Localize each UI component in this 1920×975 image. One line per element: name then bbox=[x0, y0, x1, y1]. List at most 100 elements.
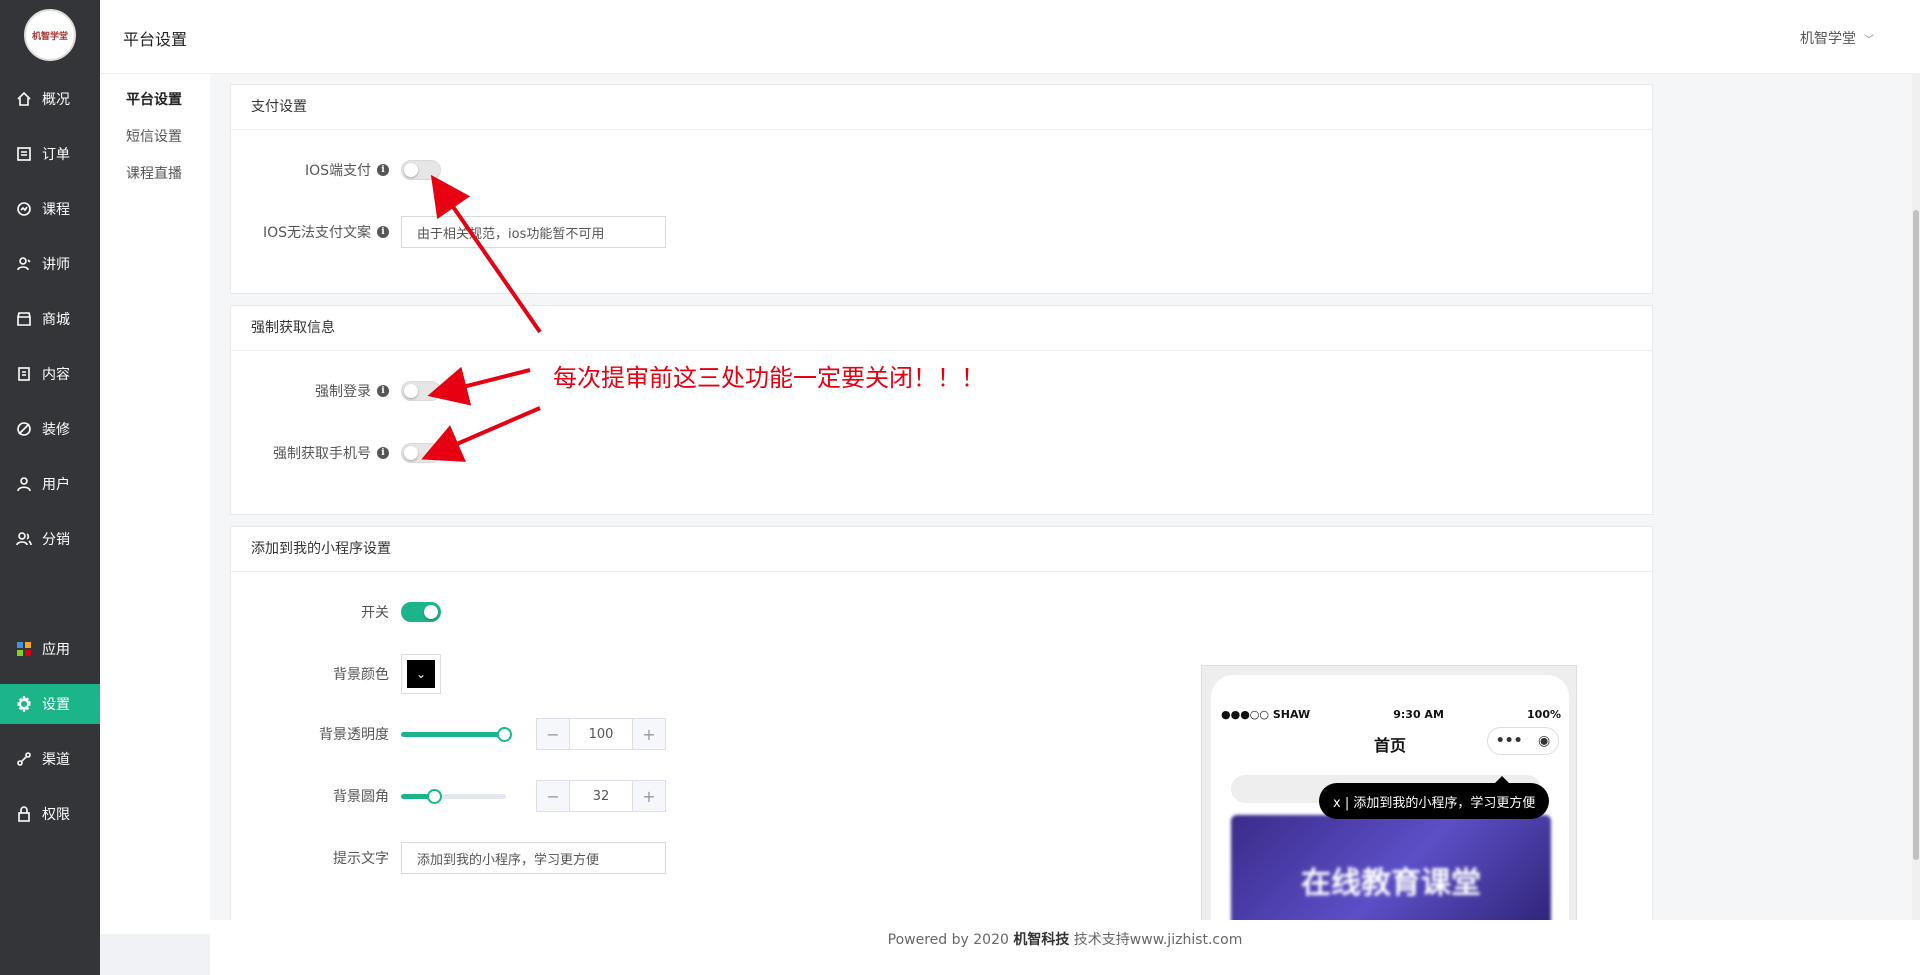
bg-color-label: 背景颜色 bbox=[333, 667, 389, 683]
sidebar-item-label: 权限 bbox=[42, 807, 70, 823]
payment-settings-card: 支付设置 IOS端支付 i IOS无法支付文案 i bbox=[230, 84, 1653, 294]
decrement-button[interactable]: − bbox=[537, 719, 569, 749]
force-phone-label: 强制获取手机号 bbox=[273, 446, 371, 462]
sidebar-item-settings[interactable]: 设置 bbox=[0, 684, 100, 724]
decorate-icon bbox=[17, 422, 31, 436]
opacity-stepper: − 100 + bbox=[536, 718, 666, 750]
scrollbar-thumb[interactable] bbox=[1913, 210, 1919, 860]
radius-slider[interactable] bbox=[401, 786, 506, 806]
sidebar-item-label: 课程 bbox=[42, 202, 70, 218]
annotation-text: 每次提审前这三处功能一定要关闭！！！ bbox=[553, 364, 985, 392]
subnav-item-sms[interactable]: 短信设置 bbox=[100, 119, 210, 156]
opacity-label: 背景透明度 bbox=[319, 727, 389, 743]
info-icon: i bbox=[377, 447, 389, 459]
chevron-down-icon: ⌄ bbox=[415, 667, 427, 681]
sidebar-item-store[interactable]: 商城 bbox=[0, 299, 100, 339]
sidebar-item-content[interactable]: 内容 bbox=[0, 354, 100, 394]
force-info-card: 强制获取信息 强制登录 i 强制获取手机号 i bbox=[230, 305, 1653, 515]
sidebar-item-label: 渠道 bbox=[42, 752, 70, 768]
tip-text-label: 提示文字 bbox=[333, 851, 389, 867]
ios-text-input[interactable] bbox=[401, 216, 666, 248]
home-icon bbox=[17, 91, 31, 106]
gear-icon bbox=[17, 696, 31, 712]
user-menu[interactable]: 机智学堂 ﹀ bbox=[1800, 28, 1874, 48]
opacity-row: 背景透明度 − 100 + bbox=[231, 718, 666, 750]
phone-banner: 在线教育课堂 bbox=[1231, 815, 1551, 926]
sidebar-item-permissions[interactable]: 权限 bbox=[0, 794, 100, 834]
slider-handle[interactable] bbox=[427, 789, 442, 804]
radius-label: 背景圆角 bbox=[333, 789, 389, 805]
force-login-row: 强制登录 i bbox=[231, 381, 441, 401]
miniapp-capsule: ••• ◉ bbox=[1487, 727, 1559, 755]
sidebar-item-label: 商城 bbox=[42, 312, 70, 328]
sidebar-item-label: 装修 bbox=[42, 422, 70, 438]
logo-text: 机智学堂 bbox=[31, 31, 68, 42]
ios-pay-row: IOS端支付 i bbox=[231, 160, 441, 180]
card-title: 添加到我的小程序设置 bbox=[231, 527, 1652, 572]
sidebar-item-label: 概况 bbox=[42, 92, 70, 108]
sidebar-item-orders[interactable]: 订单 bbox=[0, 134, 100, 174]
ios-text-row: IOS无法支付文案 i bbox=[231, 216, 666, 248]
sidebar-item-label: 用户 bbox=[42, 477, 70, 493]
tip-text-input[interactable] bbox=[401, 842, 666, 874]
sidebar-item-label: 订单 bbox=[42, 147, 70, 163]
more-icon: ••• bbox=[1495, 733, 1523, 749]
sidebar-item-label: 应用 bbox=[42, 642, 70, 658]
logo: 机智学堂 bbox=[24, 9, 76, 61]
decrement-button[interactable]: − bbox=[537, 781, 569, 811]
radius-value[interactable]: 32 bbox=[569, 781, 633, 811]
force-login-switch[interactable] bbox=[401, 381, 441, 401]
lock-icon bbox=[18, 806, 30, 822]
user-name: 机智学堂 bbox=[1800, 31, 1856, 47]
subnav-item-live[interactable]: 课程直播 bbox=[100, 156, 210, 193]
info-icon: i bbox=[377, 226, 389, 238]
store-icon bbox=[17, 312, 31, 326]
battery-text: 100% bbox=[1527, 708, 1561, 721]
bg-color-picker[interactable]: ⌄ bbox=[401, 654, 441, 694]
order-icon bbox=[17, 147, 31, 161]
top-header: 平台设置 机智学堂 ﹀ bbox=[100, 0, 1920, 74]
main-scrollbar[interactable] bbox=[1912, 74, 1920, 920]
sidebar-item-label: 讲师 bbox=[42, 257, 70, 273]
opacity-value[interactable]: 100 bbox=[569, 719, 633, 749]
sidebar-item-courses[interactable]: 课程 bbox=[0, 189, 100, 229]
footer-powered: Powered by 2020 bbox=[887, 932, 1009, 948]
sidebar-item-label: 设置 bbox=[42, 697, 70, 713]
page-footer: Powered by 2020 机智科技 技术支持www.jizhist.com bbox=[210, 920, 1920, 975]
sidebar-item-apps[interactable]: 应用 bbox=[0, 629, 100, 669]
ios-pay-label: IOS端支付 bbox=[304, 163, 371, 179]
radius-stepper: − 32 + bbox=[536, 780, 666, 812]
sidebar-item-users[interactable]: 用户 bbox=[0, 464, 100, 504]
miniapp-switch[interactable] bbox=[401, 602, 441, 622]
force-phone-row: 强制获取手机号 i bbox=[231, 443, 441, 463]
card-title: 强制获取信息 bbox=[231, 306, 1652, 351]
ios-text-label: IOS无法支付文案 bbox=[262, 225, 371, 241]
miniapp-switch-row: 开关 bbox=[231, 602, 441, 622]
user-icon bbox=[17, 477, 31, 492]
target-icon: ◉ bbox=[1538, 733, 1551, 749]
phone-time: 9:30 AM bbox=[1393, 708, 1444, 721]
force-phone-switch[interactable] bbox=[401, 443, 441, 463]
card-title: 支付设置 bbox=[231, 85, 1652, 130]
slider-handle[interactable] bbox=[497, 727, 512, 742]
increment-button[interactable]: + bbox=[633, 719, 665, 749]
channel-icon bbox=[17, 752, 31, 766]
chevron-down-icon: ﹀ bbox=[1864, 34, 1874, 46]
sidebar-item-overview[interactable]: 概况 bbox=[0, 79, 100, 119]
subnav-item-platform[interactable]: 平台设置 bbox=[100, 82, 210, 119]
sidebar-item-decorate[interactable]: 装修 bbox=[0, 409, 100, 449]
main-sidebar: 机智学堂 概况 订单 课程 讲师 商城 内容 装修 用户 分销 应用 设置 渠道… bbox=[0, 0, 100, 975]
ios-pay-switch[interactable] bbox=[401, 160, 441, 180]
phone-preview: ●●●○○ SHAW 9:30 AM 100% 首页 ••• ◉ 在线教育课堂 x… bbox=[1201, 665, 1577, 927]
sidebar-item-teachers[interactable]: 讲师 bbox=[0, 244, 100, 284]
sidebar-item-label: 内容 bbox=[42, 367, 70, 383]
increment-button[interactable]: + bbox=[633, 781, 665, 811]
page-title: 平台设置 bbox=[123, 30, 188, 49]
sidebar-item-channels[interactable]: 渠道 bbox=[0, 739, 100, 779]
add-miniapp-tip: x | 添加到我的小程序，学习更方便 bbox=[1319, 776, 1550, 819]
opacity-slider[interactable] bbox=[401, 724, 512, 744]
radius-row: 背景圆角 − 32 + bbox=[231, 780, 666, 812]
apps-icon bbox=[17, 642, 31, 656]
footer-support: 技术支持www.jizhist.com bbox=[1073, 932, 1243, 948]
sidebar-item-distribution[interactable]: 分销 bbox=[0, 519, 100, 559]
